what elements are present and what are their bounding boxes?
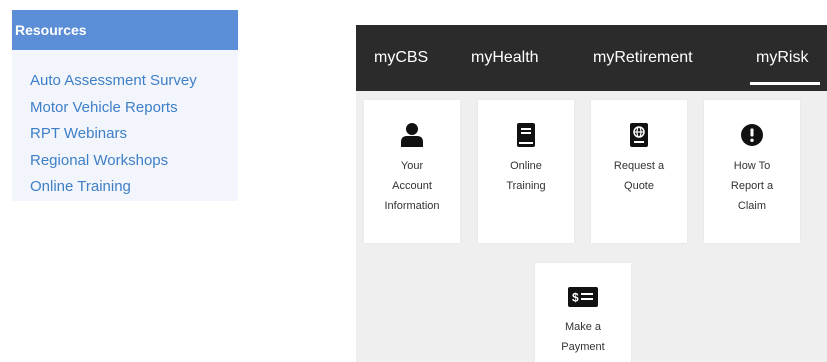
tile-label: Your Account Information [384,160,440,212]
tab-myhealth[interactable]: myHealth [471,25,539,91]
money-check-icon: $ [567,285,599,309]
svg-text:$: $ [572,291,579,305]
tile-label: Online Training [506,160,546,192]
list-item: Regional Workshops [30,148,238,175]
tab-mycbs[interactable]: myCBS [374,25,428,91]
motor-vehicle-reports-link[interactable]: Motor Vehicle Reports [30,99,178,116]
book-icon [514,122,538,148]
portal-panel: myCBS myHealth myRetirement myRisk Your … [356,25,827,362]
tile-label: Make a Payment [561,321,605,353]
resources-title: Resources [15,22,87,38]
online-training-link[interactable]: Online Training [30,178,131,195]
resources-panel: Resources Auto Assessment Survey Motor V… [12,10,238,201]
top-navigation: myCBS myHealth myRetirement myRisk [356,25,827,91]
rpt-webinars-link[interactable]: RPT Webinars [30,125,127,142]
regional-workshops-link[interactable]: Regional Workshops [30,152,168,169]
online-training-tile[interactable]: Online Training [478,100,574,243]
tile-label: Request a Quote [613,160,665,192]
tile-label: How To Report a Claim [730,160,774,212]
list-item: Auto Assessment Survey [30,68,238,95]
tab-myretirement[interactable]: myRetirement [593,25,693,91]
list-item: Online Training [30,174,238,201]
passport-icon [627,122,651,148]
resources-list: Auto Assessment Survey Motor Vehicle Rep… [12,50,238,201]
resources-header: Resources [12,10,238,50]
make-payment-tile[interactable]: $ Make a Payment [535,263,631,362]
tab-myrisk[interactable]: myRisk [749,25,821,91]
exclamation-circle-icon [740,122,764,148]
list-item: RPT Webinars [30,121,238,148]
user-icon [400,122,424,148]
request-quote-tile[interactable]: Request a Quote [591,100,687,243]
account-information-tile[interactable]: Your Account Information [364,100,460,243]
list-item: Motor Vehicle Reports [30,95,238,122]
report-claim-tile[interactable]: How To Report a Claim [704,100,800,243]
auto-assessment-survey-link[interactable]: Auto Assessment Survey [30,72,197,89]
